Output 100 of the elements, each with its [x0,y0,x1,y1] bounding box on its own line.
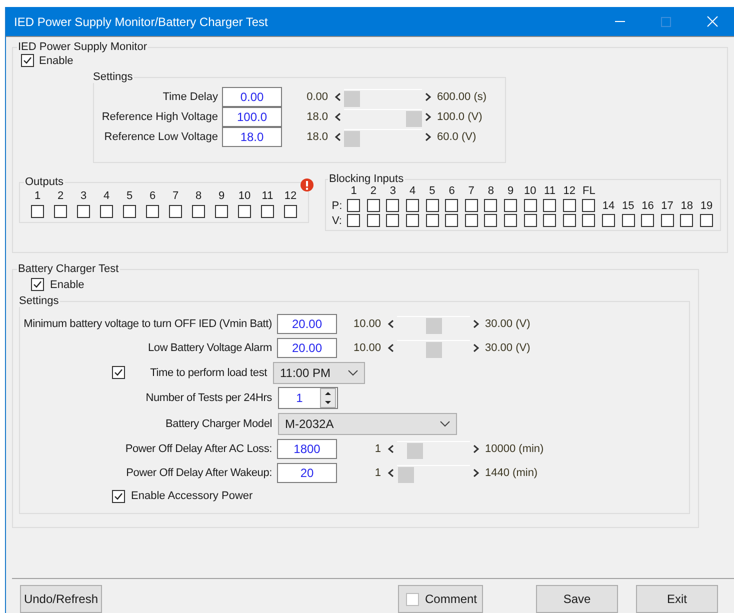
comment-button[interactable]: Comment [398,585,483,613]
input-field[interactable]: 100.0 [222,107,282,127]
checkbox[interactable] [146,205,159,218]
input-number: 5 [429,185,436,197]
input-field[interactable]: 0.00 [222,87,282,107]
checkbox[interactable] [169,205,182,218]
input-field[interactable]: 1800 [277,439,337,459]
checkbox[interactable] [582,214,596,227]
checkbox[interactable] [31,278,44,291]
range-max: 30.00 (V) [485,342,530,354]
range-min: 10.00 [352,318,381,330]
input-number: 7 [468,185,474,197]
range-min: 1 [374,467,381,479]
input-number: 8 [488,185,494,197]
input-number: 10 [524,185,536,197]
spin-arrows-icon[interactable] [320,388,336,408]
checkbox[interactable] [680,214,694,227]
input-field[interactable]: 18.0 [222,127,282,147]
checkbox[interactable] [504,214,518,227]
number-spinner[interactable]: 1 [278,386,338,408]
row-label: V: [332,214,342,226]
time-dropdown[interactable]: 11:00 PM [273,362,365,384]
checkbox[interactable] [406,199,420,212]
checkbox[interactable] [484,199,498,212]
checkbox[interactable] [366,199,380,212]
checkbox[interactable] [112,490,125,502]
input-field[interactable]: 20.00 [277,314,337,334]
field-label: Power Off Delay After AC Loss: [124,443,272,455]
window-title: IED Power Supply Monitor/Battery Charger Test [14,14,269,28]
checkbox[interactable] [602,214,616,227]
input-number: 12 [563,185,576,197]
output-number: 11 [262,190,274,202]
checkbox[interactable] [77,205,90,218]
slider-thumb[interactable] [426,342,442,358]
checkbox[interactable] [31,205,44,218]
field-label: Battery Charger Model [164,418,272,430]
checkbox[interactable] [660,214,674,227]
checkbox[interactable] [445,199,458,212]
input-field[interactable]: 20 [277,463,337,483]
undo-refresh-button[interactable]: Undo/Refresh [20,585,102,613]
model-dropdown[interactable]: M-2032A [278,412,457,434]
row-label: P: [332,200,342,212]
checkbox[interactable] [406,214,420,227]
checkbox[interactable] [347,199,360,212]
checkbox[interactable] [700,214,713,227]
checkbox[interactable] [426,214,439,227]
output-number: 6 [149,190,156,202]
checkbox[interactable] [238,205,251,218]
checkbox[interactable] [261,205,274,218]
checkbox[interactable] [100,205,113,218]
input-number: 14 [602,200,615,212]
output-number: 10 [238,190,251,202]
output-number: 1 [34,190,41,202]
slider-thumb[interactable] [406,110,422,126]
checkbox[interactable] [622,214,635,227]
input-field[interactable]: 20.00 [277,338,337,358]
caret-icon [440,420,450,426]
checkbox[interactable] [21,54,34,67]
slider-thumb[interactable] [344,90,360,106]
group-title: Blocking Inputs [328,173,405,185]
checkbox[interactable] [524,199,537,212]
checkbox[interactable] [504,199,518,212]
slider-thumb[interactable] [344,130,360,146]
checkbox[interactable] [484,214,498,227]
checkbox[interactable] [582,199,596,212]
checkbox[interactable] [54,205,67,218]
range-max: 100.0 (V) [437,111,482,123]
slider-thumb[interactable] [398,466,414,482]
field-label: Reference High Voltage [100,111,218,123]
checkbox[interactable] [543,199,556,212]
checkbox[interactable] [347,214,360,227]
checkbox[interactable] [386,214,400,227]
checkbox[interactable] [192,205,205,218]
checkbox[interactable] [464,214,478,227]
input-number: 19 [700,200,713,212]
slider-thumb[interactable] [426,318,442,334]
checkbox[interactable] [284,205,297,218]
range-min: 10.00 [352,342,381,354]
checkbox[interactable] [562,199,576,212]
slider-thumb[interactable] [406,442,423,458]
range-max: 1440 (min) [485,467,538,479]
checkbox[interactable] [215,205,228,218]
checkbox[interactable] [524,214,537,227]
exit-button[interactable]: Exit [636,585,718,613]
checkbox[interactable] [543,214,556,227]
input-number: 3 [390,185,396,197]
checkbox[interactable] [112,366,125,379]
checkbox[interactable] [464,199,478,212]
checkbox[interactable] [445,214,458,227]
output-number: 9 [218,190,225,202]
range-min: 18.0 [306,111,328,123]
checkbox[interactable] [562,214,576,227]
checkbox[interactable] [426,199,439,212]
save-button[interactable]: Save [536,585,618,613]
checkbox[interactable] [641,214,654,227]
checkbox[interactable] [366,214,380,227]
checkbox[interactable] [123,205,136,218]
output-number: 12 [284,190,297,202]
checkbox[interactable] [386,199,400,212]
output-number: 3 [80,190,87,202]
